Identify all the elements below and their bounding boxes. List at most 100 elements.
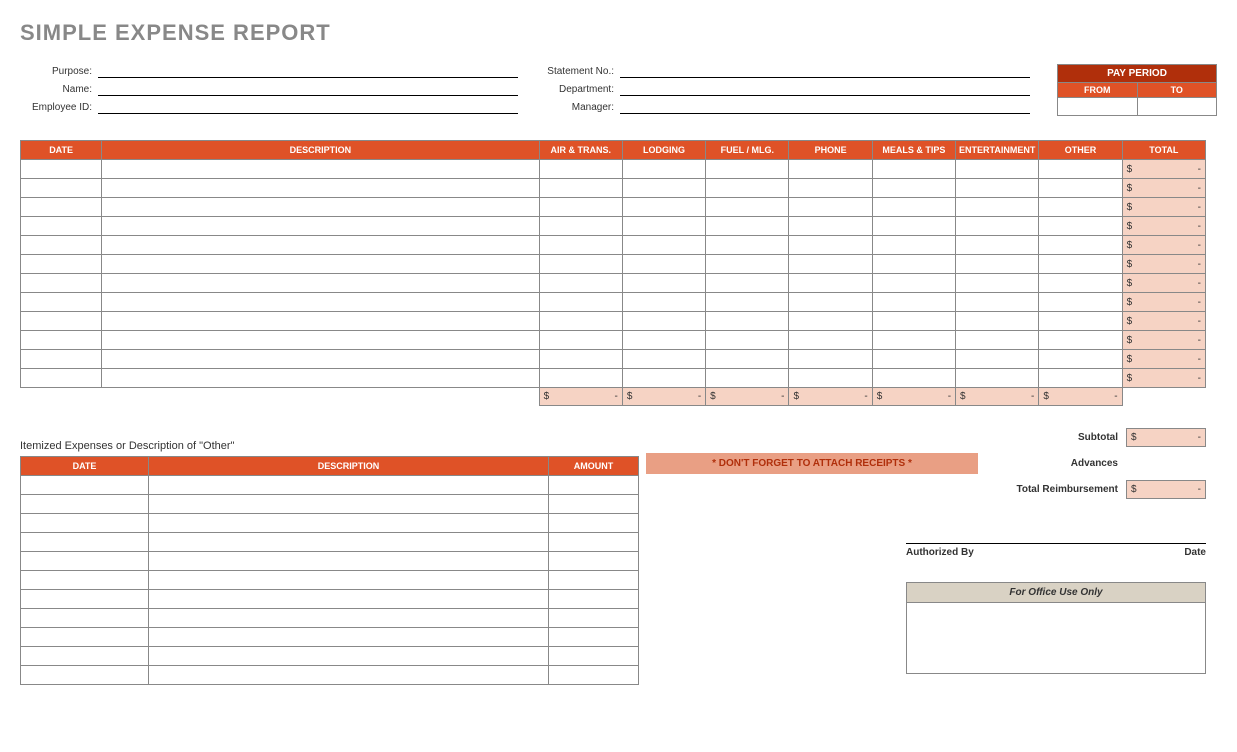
cell-category[interactable] [1039,369,1122,388]
cell-date[interactable] [21,350,102,369]
cell-category[interactable] [622,350,705,369]
cell-category[interactable] [1039,331,1122,350]
cell-description[interactable] [102,198,539,217]
cell-category[interactable] [1039,293,1122,312]
cell-description[interactable] [102,160,539,179]
cell-description[interactable] [149,533,549,552]
cell-category[interactable] [706,312,789,331]
cell-category[interactable] [706,236,789,255]
cell-category[interactable] [789,274,872,293]
cell-category[interactable] [789,312,872,331]
cell-category[interactable] [789,217,872,236]
cell-description[interactable] [149,628,549,647]
cell-date[interactable] [21,590,149,609]
cell-amount[interactable] [549,514,639,533]
cell-category[interactable] [956,312,1039,331]
cell-category[interactable] [872,160,955,179]
cell-category[interactable] [872,350,955,369]
cell-date[interactable] [21,179,102,198]
cell-category[interactable] [622,217,705,236]
cell-category[interactable] [539,179,622,198]
cell-description[interactable] [102,236,539,255]
cell-category[interactable] [706,350,789,369]
advances-value[interactable] [1126,454,1206,473]
cell-description[interactable] [102,312,539,331]
cell-category[interactable] [956,179,1039,198]
cell-category[interactable] [956,160,1039,179]
cell-category[interactable] [706,293,789,312]
pay-period-to-cell[interactable] [1138,98,1218,116]
cell-amount[interactable] [549,590,639,609]
cell-description[interactable] [102,255,539,274]
cell-date[interactable] [21,495,149,514]
cell-category[interactable] [706,179,789,198]
cell-category[interactable] [956,255,1039,274]
cell-category[interactable] [539,236,622,255]
cell-category[interactable] [872,293,955,312]
cell-category[interactable] [622,274,705,293]
cell-category[interactable] [706,198,789,217]
cell-category[interactable] [872,198,955,217]
cell-category[interactable] [539,255,622,274]
cell-category[interactable] [706,160,789,179]
statement-no-input[interactable] [620,64,1030,78]
cell-category[interactable] [1039,255,1122,274]
office-use-body[interactable] [907,603,1205,673]
cell-category[interactable] [956,350,1039,369]
cell-category[interactable] [706,217,789,236]
cell-date[interactable] [21,514,149,533]
cell-category[interactable] [1039,160,1122,179]
cell-category[interactable] [872,236,955,255]
cell-amount[interactable] [549,552,639,571]
cell-description[interactable] [149,552,549,571]
cell-amount[interactable] [549,628,639,647]
cell-amount[interactable] [549,495,639,514]
cell-description[interactable] [149,571,549,590]
cell-date[interactable] [21,571,149,590]
pay-period-from-cell[interactable] [1057,98,1138,116]
cell-category[interactable] [622,331,705,350]
cell-category[interactable] [622,255,705,274]
department-input[interactable] [620,82,1030,96]
cell-category[interactable] [872,255,955,274]
cell-date[interactable] [21,369,102,388]
cell-category[interactable] [872,274,955,293]
cell-description[interactable] [102,217,539,236]
cell-category[interactable] [1039,274,1122,293]
purpose-input[interactable] [98,64,518,78]
cell-category[interactable] [539,331,622,350]
cell-category[interactable] [956,274,1039,293]
cell-category[interactable] [789,236,872,255]
cell-date[interactable] [21,647,149,666]
cell-description[interactable] [149,666,549,685]
cell-description[interactable] [102,369,539,388]
cell-category[interactable] [706,369,789,388]
cell-amount[interactable] [549,609,639,628]
cell-amount[interactable] [549,647,639,666]
cell-category[interactable] [539,198,622,217]
cell-description[interactable] [102,274,539,293]
cell-date[interactable] [21,476,149,495]
cell-category[interactable] [539,160,622,179]
cell-category[interactable] [789,179,872,198]
cell-description[interactable] [149,514,549,533]
cell-description[interactable] [102,331,539,350]
cell-date[interactable] [21,198,102,217]
cell-category[interactable] [622,179,705,198]
cell-category[interactable] [539,369,622,388]
cell-category[interactable] [622,312,705,331]
cell-category[interactable] [789,198,872,217]
cell-category[interactable] [789,160,872,179]
cell-category[interactable] [789,350,872,369]
cell-description[interactable] [149,476,549,495]
cell-amount[interactable] [549,533,639,552]
cell-category[interactable] [789,293,872,312]
cell-category[interactable] [956,331,1039,350]
cell-date[interactable] [21,255,102,274]
cell-category[interactable] [956,217,1039,236]
cell-category[interactable] [622,198,705,217]
cell-date[interactable] [21,628,149,647]
cell-category[interactable] [1039,312,1122,331]
cell-category[interactable] [622,236,705,255]
cell-date[interactable] [21,533,149,552]
